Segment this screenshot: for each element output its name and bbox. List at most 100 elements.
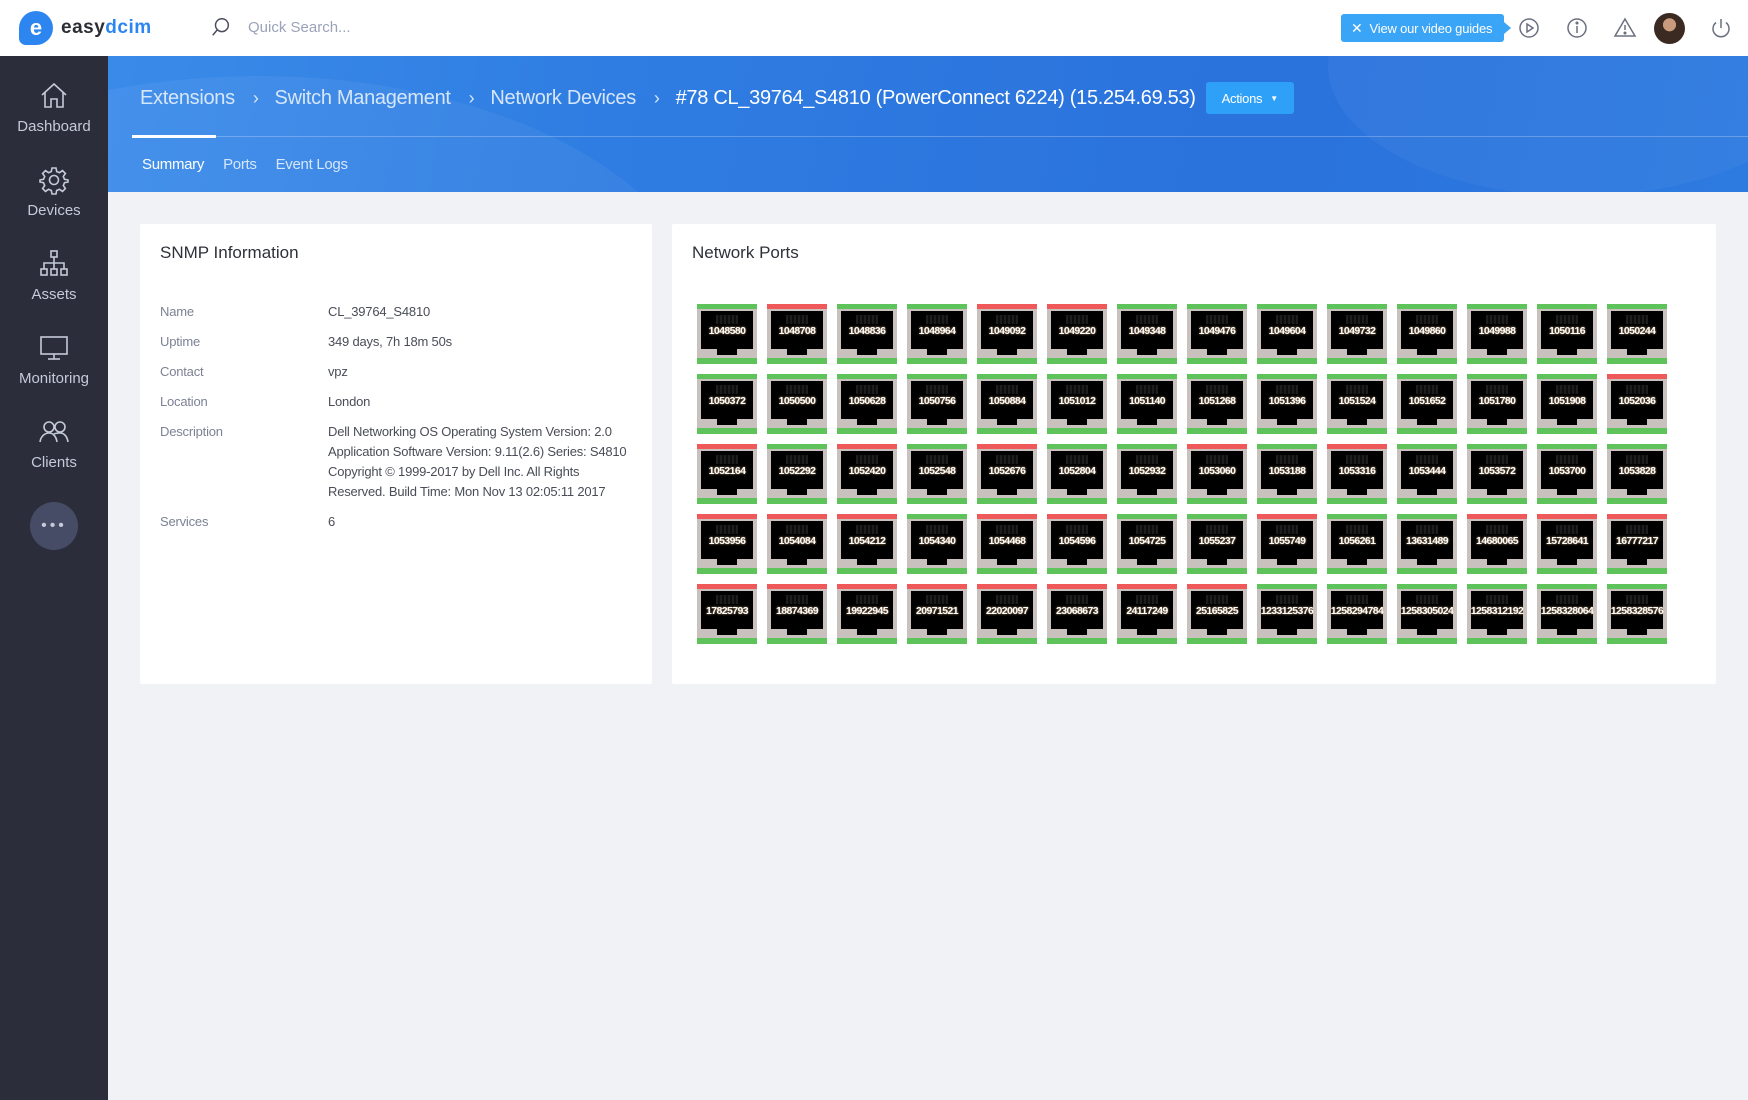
network-port[interactable]: 1049604 xyxy=(1257,304,1317,364)
network-port[interactable]: 1258305024 xyxy=(1397,584,1457,644)
network-port[interactable]: 1051524 xyxy=(1327,374,1387,434)
network-port[interactable]: 1050116 xyxy=(1537,304,1597,364)
network-port[interactable]: 1233125376 xyxy=(1257,584,1317,644)
network-port[interactable]: 1049860 xyxy=(1397,304,1457,364)
network-port[interactable]: 1055237 xyxy=(1187,514,1247,574)
network-port[interactable]: 1054340 xyxy=(907,514,967,574)
network-port[interactable]: 1052932 xyxy=(1117,444,1177,504)
network-port[interactable]: 1258312192 xyxy=(1467,584,1527,644)
network-port[interactable]: 24117249 xyxy=(1117,584,1177,644)
network-port[interactable]: 1053316 xyxy=(1327,444,1387,504)
network-port[interactable]: 1258328576 xyxy=(1607,584,1667,644)
network-port[interactable]: 1054468 xyxy=(977,514,1037,574)
network-port[interactable]: 1050628 xyxy=(837,374,897,434)
network-port[interactable]: 1258328064 xyxy=(1537,584,1597,644)
network-port[interactable]: 1048708 xyxy=(767,304,827,364)
network-port[interactable]: 1050244 xyxy=(1607,304,1667,364)
network-port[interactable]: 23068673 xyxy=(1047,584,1107,644)
rj45-pins xyxy=(786,315,808,324)
tab-event-logs[interactable]: Event Logs xyxy=(276,156,348,173)
network-port[interactable]: 17825793 xyxy=(697,584,757,644)
network-port[interactable]: 1048964 xyxy=(907,304,967,364)
network-port[interactable]: 1049988 xyxy=(1467,304,1527,364)
search-input[interactable] xyxy=(248,18,488,36)
network-port[interactable]: 1049476 xyxy=(1187,304,1247,364)
network-port[interactable]: 1049092 xyxy=(977,304,1037,364)
network-port[interactable]: 1053700 xyxy=(1537,444,1597,504)
network-port[interactable]: 1050372 xyxy=(697,374,757,434)
network-port[interactable]: 16777217 xyxy=(1607,514,1667,574)
network-port[interactable]: 1053956 xyxy=(697,514,757,574)
network-port[interactable]: 1050500 xyxy=(767,374,827,434)
network-port[interactable]: 20971521 xyxy=(907,584,967,644)
rj45-notch xyxy=(1417,419,1437,425)
network-port[interactable]: 25165825 xyxy=(1187,584,1247,644)
sidebar-item-clients[interactable]: Clients xyxy=(0,416,108,471)
actions-dropdown-button[interactable]: Actions ▼ xyxy=(1205,82,1294,114)
network-port[interactable]: 1052292 xyxy=(767,444,827,504)
breadcrumb-extensions[interactable]: Extensions xyxy=(140,87,235,110)
network-port[interactable]: 1258294784 xyxy=(1327,584,1387,644)
network-port[interactable]: 13631489 xyxy=(1397,514,1457,574)
network-port[interactable]: 1052420 xyxy=(837,444,897,504)
row-value: CL_39764_S4810 xyxy=(328,304,431,319)
network-port[interactable]: 1054084 xyxy=(767,514,827,574)
network-port[interactable]: 1054725 xyxy=(1117,514,1177,574)
network-port[interactable]: 1052804 xyxy=(1047,444,1107,504)
network-port[interactable]: 1055749 xyxy=(1257,514,1317,574)
network-port[interactable]: 1049732 xyxy=(1327,304,1387,364)
network-port[interactable]: 22020097 xyxy=(977,584,1037,644)
network-port[interactable]: 1052676 xyxy=(977,444,1037,504)
sidebar-item-devices[interactable]: Devices xyxy=(0,164,108,219)
network-port[interactable]: 1048580 xyxy=(697,304,757,364)
network-port[interactable]: 1051908 xyxy=(1537,374,1597,434)
network-port[interactable]: 19922945 xyxy=(837,584,897,644)
network-port[interactable]: 1056261 xyxy=(1327,514,1387,574)
network-port[interactable]: 14680065 xyxy=(1467,514,1527,574)
network-port[interactable]: 1053444 xyxy=(1397,444,1457,504)
network-port[interactable]: 1054212 xyxy=(837,514,897,574)
network-port[interactable]: 1051652 xyxy=(1397,374,1457,434)
info-icon[interactable] xyxy=(1565,16,1589,40)
network-port[interactable]: 1053828 xyxy=(1607,444,1667,504)
rj45-notch xyxy=(717,559,737,565)
network-port[interactable]: 1051268 xyxy=(1187,374,1247,434)
network-port[interactable]: 1050756 xyxy=(907,374,967,434)
network-port[interactable]: 1052548 xyxy=(907,444,967,504)
network-port[interactable]: 1051396 xyxy=(1257,374,1317,434)
network-port[interactable]: 1053572 xyxy=(1467,444,1527,504)
network-port[interactable]: 1049220 xyxy=(1047,304,1107,364)
network-port[interactable]: 1051140 xyxy=(1117,374,1177,434)
network-port[interactable]: 1054596 xyxy=(1047,514,1107,574)
network-port[interactable]: 1051780 xyxy=(1467,374,1527,434)
breadcrumb-switch-management[interactable]: Switch Management xyxy=(275,87,451,110)
warning-icon[interactable] xyxy=(1613,16,1637,40)
logo[interactable]: e easydcim xyxy=(19,11,152,45)
sidebar-item-assets[interactable]: Assets xyxy=(0,248,108,303)
port-id: 1051012 xyxy=(1058,395,1096,407)
network-port[interactable]: 1051012 xyxy=(1047,374,1107,434)
network-port[interactable]: 1048836 xyxy=(837,304,897,364)
port-id: 1052676 xyxy=(988,465,1026,477)
tab-summary[interactable]: Summary xyxy=(142,156,204,173)
sidebar-item-dashboard[interactable]: Dashboard xyxy=(0,80,108,135)
network-port[interactable]: 15728641 xyxy=(1537,514,1597,574)
more-button[interactable]: ••• xyxy=(30,502,78,550)
sidebar-item-monitoring[interactable]: Monitoring xyxy=(0,332,108,387)
network-port[interactable]: 1053060 xyxy=(1187,444,1247,504)
tab-ports[interactable]: Ports xyxy=(223,156,257,173)
network-port[interactable]: 1052164 xyxy=(697,444,757,504)
network-port[interactable]: 1049348 xyxy=(1117,304,1177,364)
video-guides-button[interactable]: ✕ View our video guides xyxy=(1341,14,1512,42)
close-icon[interactable]: ✕ xyxy=(1351,20,1363,37)
power-icon[interactable] xyxy=(1709,16,1733,40)
play-icon[interactable] xyxy=(1517,16,1541,40)
network-port[interactable]: 18874369 xyxy=(767,584,827,644)
network-port[interactable]: 1052036 xyxy=(1607,374,1667,434)
search-icon[interactable] xyxy=(210,16,232,38)
breadcrumb-network-devices[interactable]: Network Devices xyxy=(490,87,636,110)
network-port[interactable]: 1053188 xyxy=(1257,444,1317,504)
network-port[interactable]: 1050884 xyxy=(977,374,1037,434)
port-link-bar xyxy=(1187,568,1247,574)
user-avatar[interactable] xyxy=(1654,13,1685,44)
